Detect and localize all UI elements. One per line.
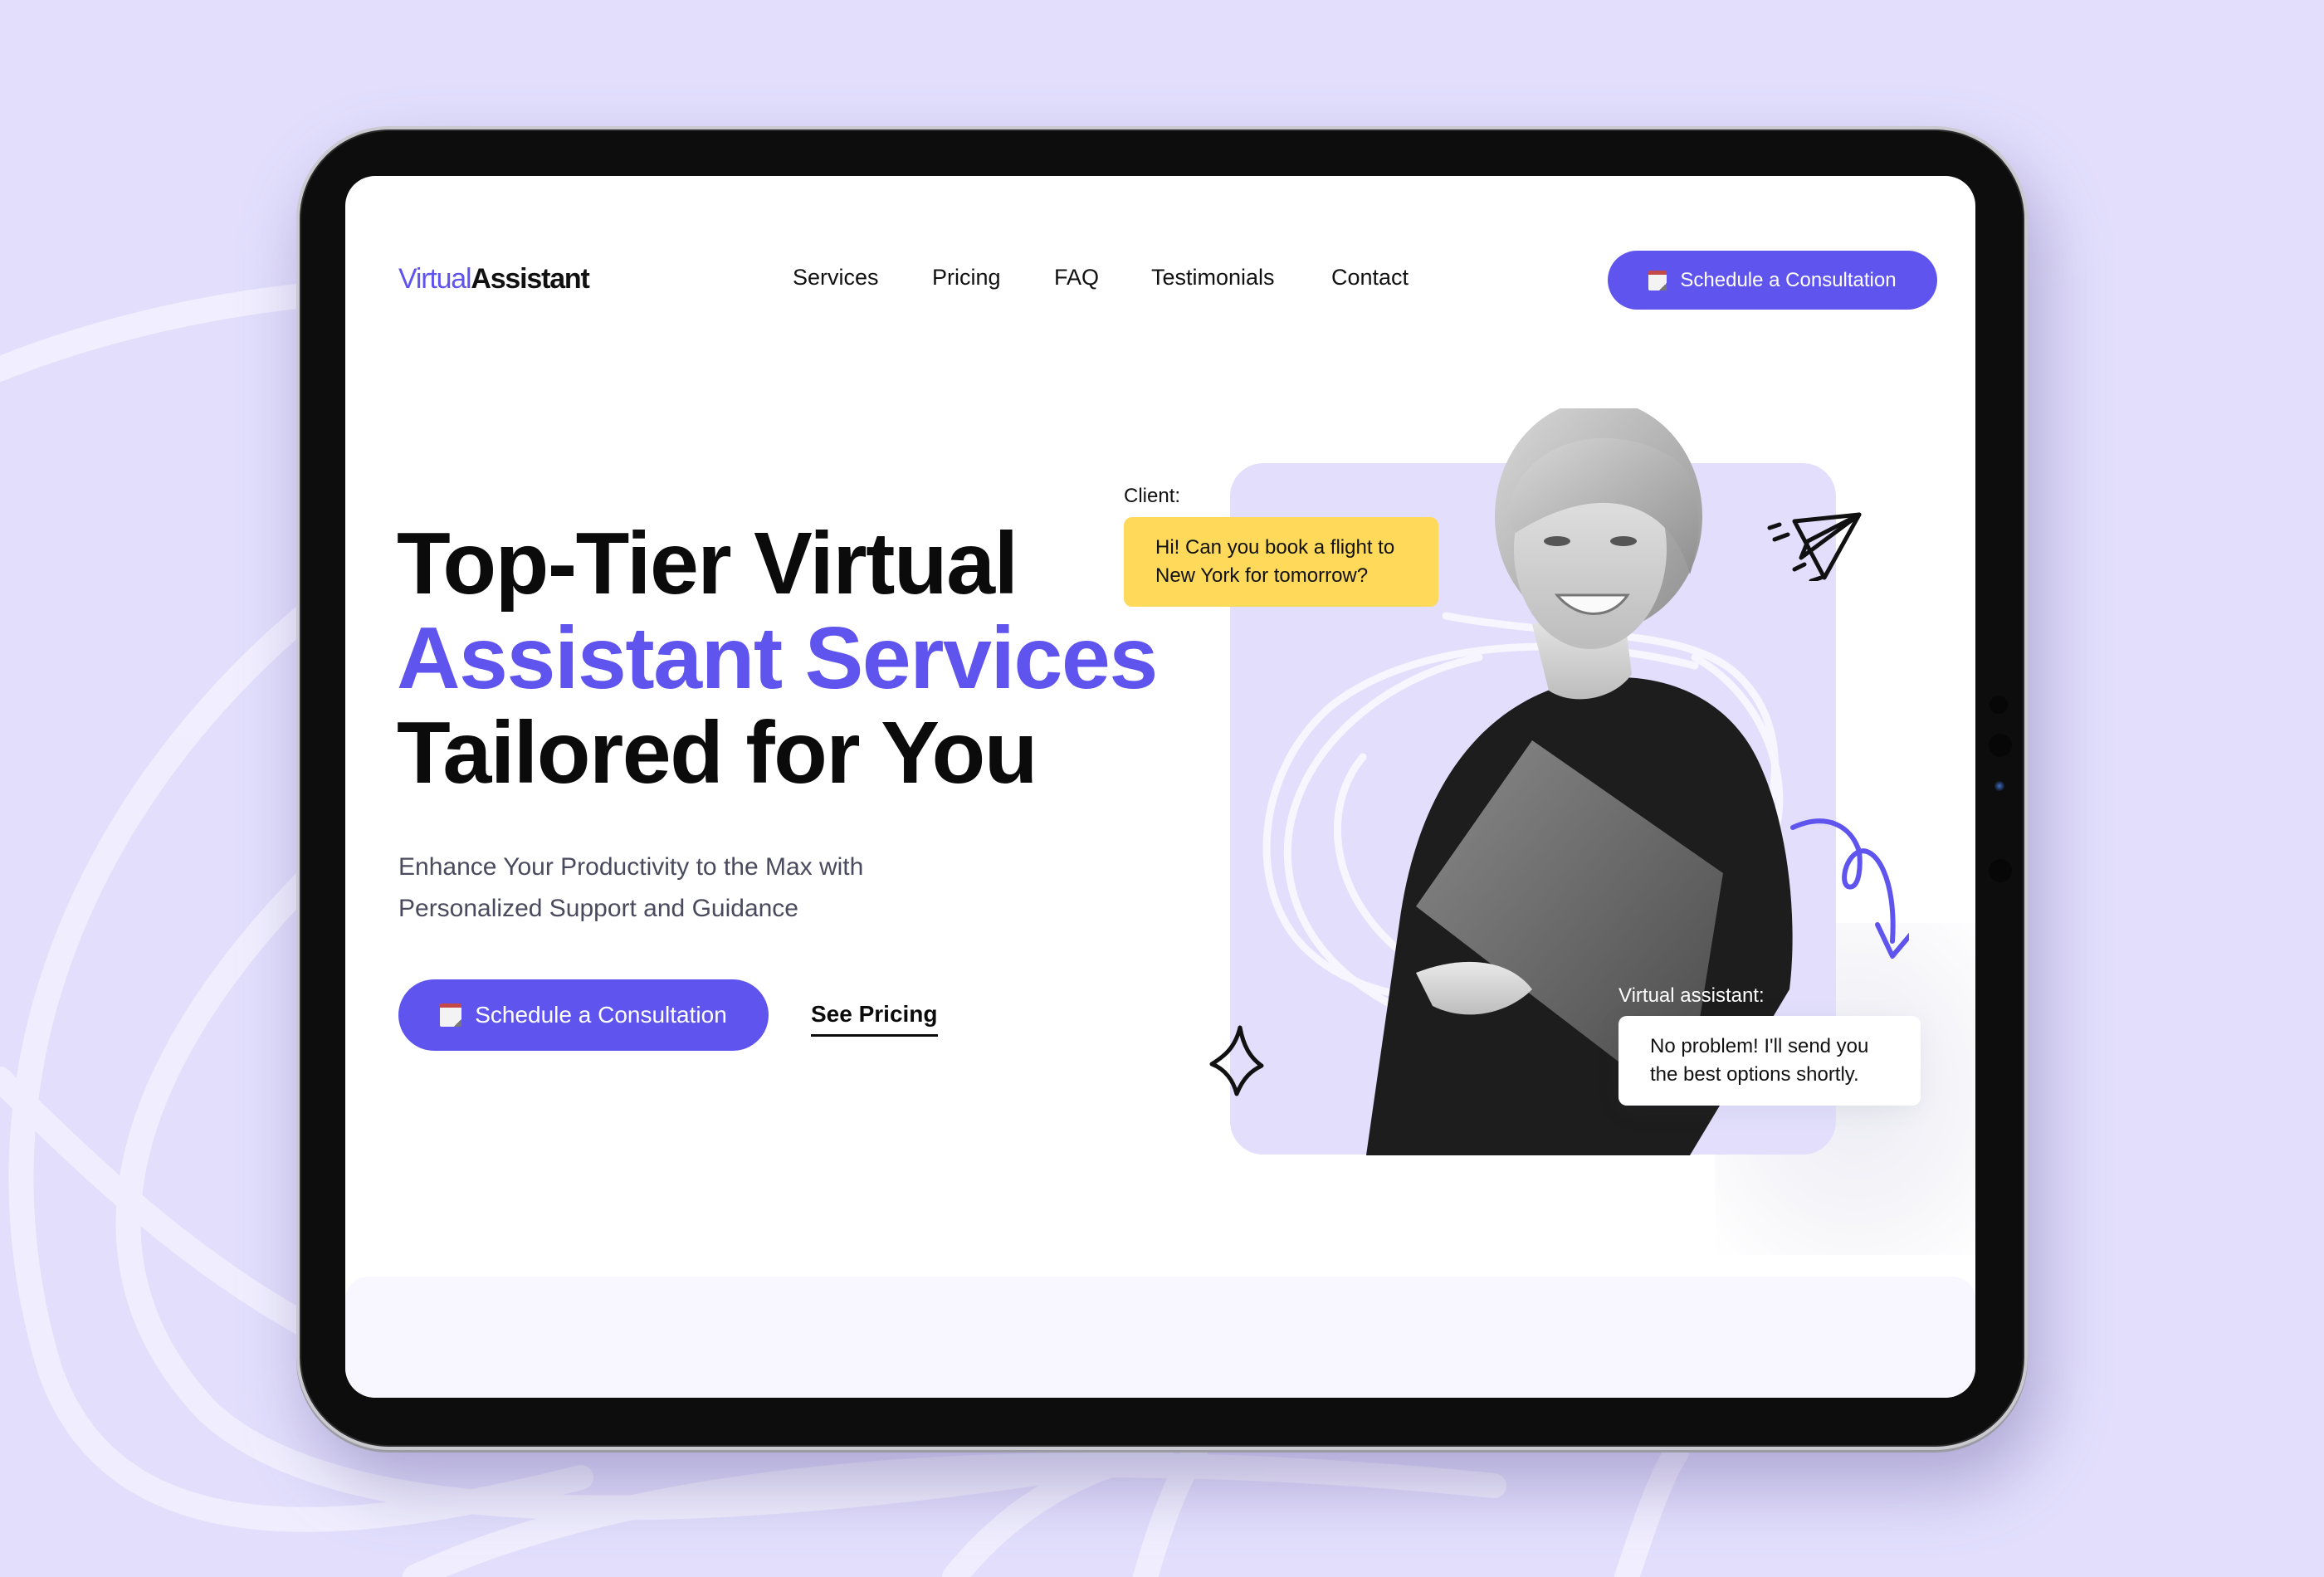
paper-plane-icon [1767,512,1862,581]
nav-contact[interactable]: Contact [1331,265,1409,290]
nav-faq[interactable]: FAQ [1054,265,1099,290]
logo-primary: Virtual [398,263,472,295]
hero-headline: Top-Tier Virtual Assistant Services Tail… [397,515,1158,802]
calendar-icon [440,1003,462,1027]
see-pricing-link[interactable]: See Pricing [811,1001,938,1037]
nav-pricing[interactable]: Pricing [932,265,1001,290]
assistant-message-bubble: No problem! I'll send you the best optio… [1618,1016,1921,1106]
website-screen: VirtualAssistant Services Pricing FAQ Te… [345,176,1975,1398]
subtitle-line-2: Personalized Support and Guidance [398,895,798,922]
sparkle-icon [1209,1025,1264,1096]
tablet-sensor [1989,859,2012,882]
client-message-line-1: Hi! Can you book a flight to [1155,536,1395,559]
button-label: Schedule a Consultation [475,1002,727,1028]
assistant-message-line-1: No problem! I'll send you [1650,1035,1869,1057]
assistant-label: Virtual assistant: [1618,984,1765,1007]
headline-line-1: Top-Tier Virtual [397,515,1018,613]
tablet-sensor [1989,734,2012,757]
calendar-icon [1648,270,1667,290]
schedule-consultation-hero-button[interactable]: Schedule a Consultation [398,979,769,1051]
client-label: Client: [1124,485,1181,507]
schedule-consultation-header-button[interactable]: Schedule a Consultation [1608,251,1937,310]
subtitle-line-1: Enhance Your Productivity to the Max wit… [398,853,864,881]
nav-services[interactable]: Services [793,265,879,290]
curly-arrow-icon [1790,818,1909,959]
tablet-sensor [1990,696,2008,714]
hero-subtitle: Enhance Your Productivity to the Max wit… [398,847,979,930]
next-section [345,1277,1975,1398]
client-message-bubble: Hi! Can you book a flight to New York fo… [1124,517,1438,607]
headline-line-2: Assistant Services [397,609,1158,707]
assistant-message-line-2: the best options shortly. [1650,1063,1859,1086]
headline-line-3: Tailored for You [397,704,1038,802]
client-message-line-2: New York for tomorrow? [1155,564,1369,587]
logo-secondary: Assistant [471,263,589,295]
logo[interactable]: VirtualAssistant [398,263,590,295]
nav-testimonials[interactable]: Testimonials [1151,265,1275,290]
camera-icon [1994,781,2004,791]
button-label: Schedule a Consultation [1680,268,1897,291]
